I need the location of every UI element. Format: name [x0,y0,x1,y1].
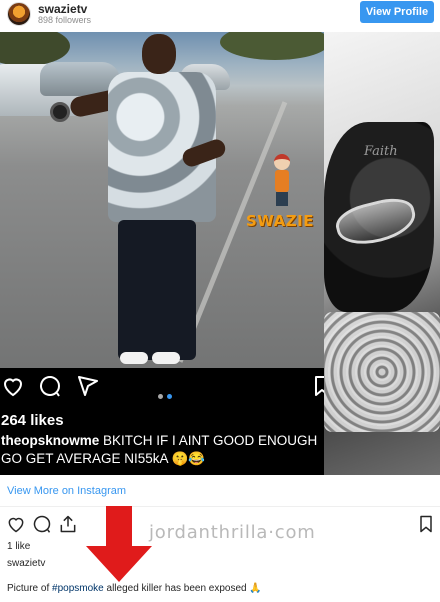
swazie-watermark: SWAZIE [246,212,314,230]
person-head [142,34,176,74]
site-watermark: jordanthrilla·com [149,522,316,543]
comment-icon [40,376,61,397]
dark-caption-user: theopsknowme [1,433,100,448]
post-header: swazietv 898 followers View Profile [0,0,440,32]
instagram-screenshot-footer: 264 likes theopsknowme BKITCH IF I AINT … [0,368,329,475]
divider [0,506,440,507]
heart-icon [3,378,23,397]
share-icon[interactable] [58,514,78,534]
caption-prefix: Picture of [7,583,53,594]
follower-count: 898 followers [38,15,92,25]
diamond-chain [324,312,440,432]
hashtag-link[interactable]: #popsmoke [52,583,104,594]
share-icon [78,376,98,396]
dark-like-count: 264 likes [1,412,64,429]
avatar[interactable] [7,2,31,26]
right-photo: Faith [324,32,440,475]
car-wheel [50,102,70,122]
left-photo: SWAZIE [0,32,330,368]
bookmark-icon[interactable] [416,514,436,534]
carousel-dot-active [167,394,172,399]
face-tattoo: Faith [364,144,398,159]
dark-action-bar [0,374,329,402]
person-shoe [152,352,180,364]
carousel-dots [158,394,178,400]
post-caption: Picture of #popsmoke alleged killer has … [7,583,262,594]
carousel-dot [158,394,163,399]
background-tree [220,32,330,60]
heart-icon[interactable] [6,514,26,534]
username[interactable]: swazietv [38,2,87,16]
mascot-legs [276,192,288,206]
view-more-on-instagram-link[interactable]: View More on Instagram [7,485,126,497]
cartoon-mascot [272,154,292,208]
background-tree [0,32,70,66]
view-profile-button[interactable]: View Profile [360,1,434,23]
mascot-body [275,170,289,192]
person-shoe [120,352,148,364]
post-image[interactable]: SWAZIE 264 likes theopsknowme BKITCH IF … [0,32,440,475]
red-arrow-icon [86,506,152,582]
caption-suffix: alleged killer has been exposed 🙏 [103,583,262,594]
post-owner[interactable]: swazietv [7,558,45,569]
person-jeans [118,220,196,360]
comment-icon[interactable] [32,514,52,534]
mascot-head [274,154,290,170]
like-count[interactable]: 1 like [7,541,30,552]
dark-caption: theopsknowme BKITCH IF I AINT GOOD ENOUG… [1,432,323,468]
